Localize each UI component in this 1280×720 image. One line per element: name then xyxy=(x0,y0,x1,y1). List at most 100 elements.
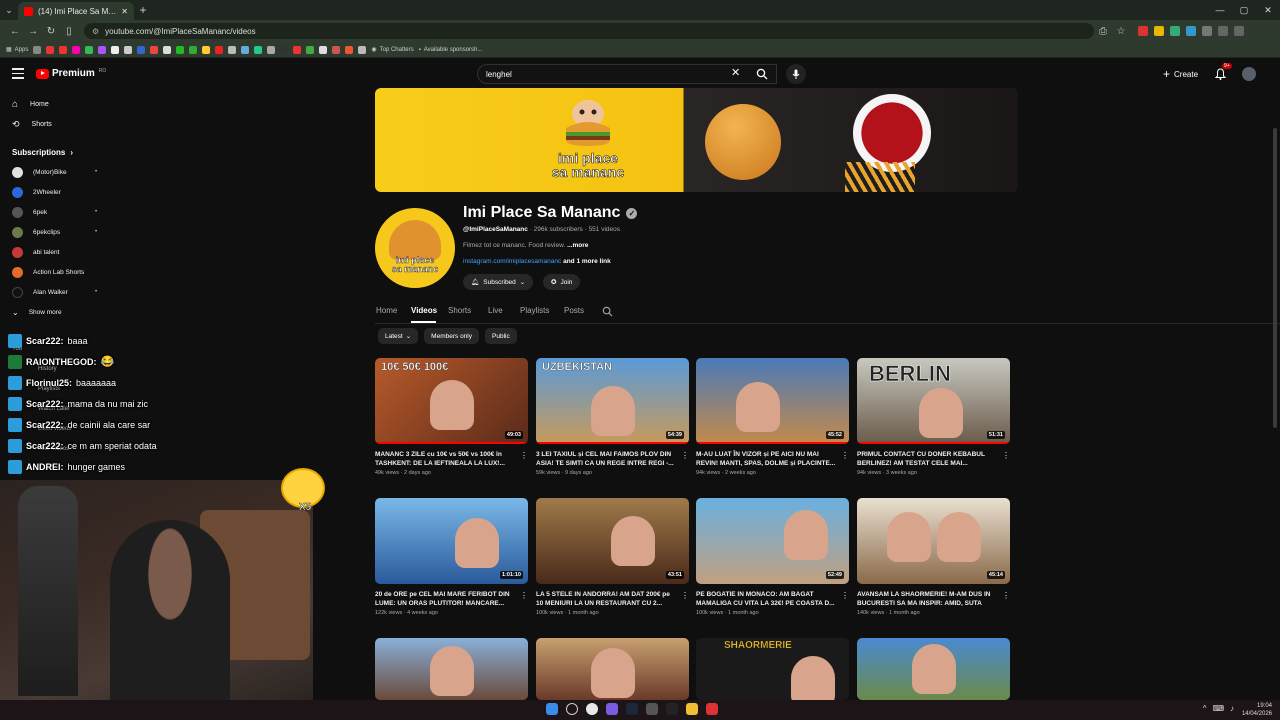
discord-icon[interactable] xyxy=(606,703,618,715)
video-title[interactable]: M-AU LUAT ÎN VIZOR și PE AICI NU MAI REV… xyxy=(696,450,836,468)
bookmark-icon[interactable] xyxy=(267,45,276,54)
bookmark-icon[interactable] xyxy=(33,45,42,54)
channel-search-button[interactable] xyxy=(602,304,613,322)
network-icon[interactable]: ⌨ xyxy=(1212,704,1224,713)
tray-arrow-icon[interactable]: ^ xyxy=(1203,704,1207,713)
install-icon[interactable]: ⎙ xyxy=(1094,26,1112,37)
subscribed-button[interactable]: 🔔︎ Subscribed ⌄ xyxy=(463,274,534,290)
create-button[interactable]: + Create xyxy=(1163,67,1198,81)
top-chatters-bookmark[interactable]: ◉ Top Chatters xyxy=(371,46,413,54)
tab-live[interactable]: Live xyxy=(488,306,503,315)
video-card[interactable]: 10€ 50€ 100€ 49:03 MANANC 3 ZILE cu 10€ … xyxy=(375,358,528,476)
extension-icon[interactable] xyxy=(1138,26,1148,36)
more-actions-icon[interactable]: ⋮ xyxy=(681,451,689,460)
video-card[interactable] xyxy=(375,638,528,700)
bookmark-icon[interactable] xyxy=(358,45,367,54)
chip-members-only[interactable]: Members only xyxy=(424,328,479,344)
tab-posts[interactable]: Posts xyxy=(564,306,584,315)
more-actions-icon[interactable]: ⋮ xyxy=(520,591,528,600)
profile-icon[interactable] xyxy=(1218,26,1228,36)
instagram-link[interactable]: instagram.com/imiplacesamananc xyxy=(463,258,561,265)
browser-tab[interactable]: (14) Imi Place Sa Mananc - You ✕ xyxy=(18,2,134,20)
site-info-icon[interactable]: ⚙ xyxy=(92,27,99,36)
sidebar-subscription-5[interactable]: Action Lab Shorts xyxy=(0,262,112,282)
bookmark-icon[interactable] xyxy=(98,45,107,54)
bookmark-icon[interactable] xyxy=(137,45,146,54)
bookmark-icon[interactable] xyxy=(85,45,94,54)
close-window-icon[interactable]: ✕ xyxy=(1256,0,1280,20)
extension-icon[interactable] xyxy=(1170,26,1180,36)
video-thumbnail[interactable]: 45:52 xyxy=(696,358,849,444)
taskbar-clock[interactable]: 19:04 14/04/2026 xyxy=(1242,702,1272,718)
page-scrollbar[interactable] xyxy=(1273,128,1277,428)
reload-icon[interactable]: ↻ xyxy=(42,26,60,37)
bookmark-icon[interactable] xyxy=(228,45,237,54)
sidebar-subscription-4[interactable]: abi talent xyxy=(0,242,112,262)
tab-playlists[interactable]: Playlists xyxy=(520,306,549,315)
youtube-logo[interactable]: Premium RO xyxy=(36,68,106,79)
forward-icon[interactable]: → xyxy=(24,26,42,37)
new-tab-icon[interactable]: + xyxy=(134,3,152,17)
extension-icon[interactable] xyxy=(1202,26,1212,36)
url-field[interactable]: ⚙ youtube.com/@ImiPlaceSaMananc/videos xyxy=(84,23,1094,39)
video-card[interactable]: BERLIN 51:31 PRIMUL CONTACT CU DONER KEB… xyxy=(857,358,1010,476)
video-title[interactable]: 3 LEI TAXIUL și CEL MAI FAIMOS PLOV DIN … xyxy=(536,450,676,468)
split-view-icon[interactable]: ▯ xyxy=(60,26,78,37)
sidebar-subscription-6[interactable]: Alan Walker • xyxy=(0,282,112,302)
bookmark-icon[interactable] xyxy=(306,45,315,54)
sponsorships-bookmark[interactable]: ▪ Available sponsorsh... xyxy=(419,47,483,53)
search-button[interactable] xyxy=(750,64,774,84)
more-actions-icon[interactable]: ⋮ xyxy=(1002,451,1010,460)
bookmark-icon[interactable] xyxy=(215,45,224,54)
apps-bookmark[interactable]: ▦ Apps xyxy=(6,46,28,54)
video-thumbnail[interactable] xyxy=(536,638,689,700)
sidebar-item-shorts[interactable]: ⟲ Shorts xyxy=(0,114,112,134)
close-tab-icon[interactable]: ✕ xyxy=(121,7,128,16)
bookmark-icon[interactable] xyxy=(345,45,354,54)
taskbar-app-icon[interactable] xyxy=(646,703,658,715)
file-explorer-icon[interactable] xyxy=(686,703,698,715)
video-card[interactable] xyxy=(536,638,689,700)
video-card[interactable]: 43:51 LA 5 STELE IN ANDORRA! AM DAT 200€… xyxy=(536,498,689,616)
video-title[interactable]: LA 5 STELE IN ANDORRA! AM DAT 200€ pe 10… xyxy=(536,590,676,608)
bookmark-icon[interactable] xyxy=(241,45,250,54)
video-title[interactable]: MANANC 3 ZILE cu 10€ vs 50€ vs 100€ în T… xyxy=(375,450,515,468)
bookmark-icon[interactable] xyxy=(332,45,341,54)
more-actions-icon[interactable]: ⋮ xyxy=(841,451,849,460)
more-link[interactable]: ...more xyxy=(567,242,588,249)
bookmark-icon[interactable] xyxy=(46,45,55,54)
bookmark-icon[interactable] xyxy=(163,45,172,54)
video-card[interactable] xyxy=(857,638,1010,700)
more-actions-icon[interactable]: ⋮ xyxy=(1002,591,1010,600)
video-thumbnail[interactable]: 52:49 xyxy=(696,498,849,584)
minimize-icon[interactable]: — xyxy=(1208,0,1232,20)
video-thumbnail[interactable] xyxy=(375,638,528,700)
tab-home[interactable]: Home xyxy=(376,306,397,315)
bookmark-icon[interactable] xyxy=(72,45,81,54)
clear-search-icon[interactable]: ✕ xyxy=(731,66,740,79)
video-thumbnail[interactable] xyxy=(857,638,1010,700)
search-icon[interactable] xyxy=(566,703,578,715)
notifications-button[interactable]: 9+ xyxy=(1214,63,1232,85)
back-icon[interactable]: ← xyxy=(6,26,24,37)
extension-icon[interactable] xyxy=(1186,26,1196,36)
sidebar-subscription-2[interactable]: 6pek • xyxy=(0,202,112,222)
chip-latest[interactable]: Latest ⌄ xyxy=(378,328,419,344)
bookmark-icon[interactable] xyxy=(150,45,159,54)
video-title[interactable]: PE BOGATIE IN MONACO: AM BAGAT MAMALIGA … xyxy=(696,590,836,608)
bookmark-icon[interactable] xyxy=(319,45,328,54)
extension-icon[interactable] xyxy=(1154,26,1164,36)
volume-icon[interactable]: ♪ xyxy=(1230,704,1234,713)
sidebar-subscription-0[interactable]: (Motor)Bike • xyxy=(0,162,112,182)
video-title[interactable]: PRIMUL CONTACT CU DONER KEBABUL BERLINEZ… xyxy=(857,450,997,468)
account-avatar[interactable] xyxy=(1242,67,1256,81)
windows-start-icon[interactable] xyxy=(546,703,558,715)
video-title[interactable]: AVANSAM LA SHAORMERIE! M-AM DUS IN BUCUR… xyxy=(857,590,997,608)
channel-avatar-large[interactable]: imi place sa mananc xyxy=(375,208,455,288)
more-actions-icon[interactable]: ⋮ xyxy=(681,591,689,600)
video-card[interactable]: UZBEKISTAN 54:39 3 LEI TAXIUL și CEL MAI… xyxy=(536,358,689,476)
more-links-button[interactable]: and 1 more link xyxy=(563,258,611,265)
hamburger-menu-icon[interactable] xyxy=(12,68,24,79)
video-card[interactable]: 1:01:10 20 de ORE pe CEL MAI MARE FERIBO… xyxy=(375,498,528,616)
bookmark-icon[interactable] xyxy=(111,45,120,54)
